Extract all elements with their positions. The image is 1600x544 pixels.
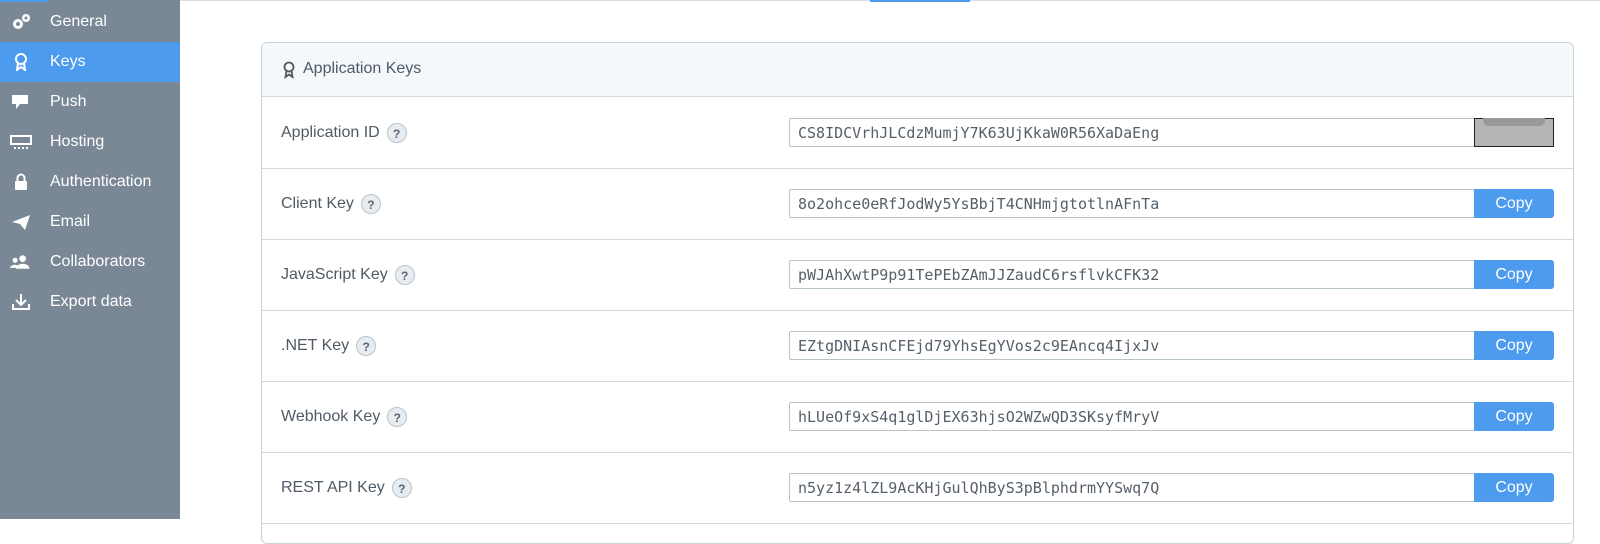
help-icon[interactable]: ? (386, 123, 407, 143)
copy-button[interactable]: Copy (1474, 402, 1554, 431)
key-label-text: REST API Key (281, 479, 385, 496)
key-field[interactable] (789, 118, 1475, 147)
key-label: REST API Key ? (281, 478, 412, 498)
sidebar-item-label: General (50, 13, 107, 30)
key-row-dotnet-key: .NET Key ? Copy (262, 310, 1573, 382)
top-tab-indicator (870, 0, 970, 2)
users-icon (10, 253, 32, 271)
copy-button[interactable]: Copy (1474, 331, 1554, 360)
key-label-text: Webhook Key (281, 408, 381, 425)
panel-title: Application Keys (303, 60, 422, 77)
key-icon (282, 61, 296, 79)
server-icon (10, 133, 32, 151)
key-label: Application ID ? (281, 123, 407, 143)
help-icon[interactable]: ? (360, 194, 381, 214)
copy-button[interactable]: Copy (1474, 260, 1554, 289)
help-icon[interactable]: ? (387, 407, 408, 427)
sidebar-item-general[interactable]: General (0, 2, 180, 42)
key-field[interactable] (789, 473, 1475, 502)
key-field[interactable] (789, 189, 1475, 218)
key-label-text: .NET Key (281, 337, 350, 354)
sidebar-item-label: Email (50, 213, 91, 230)
key-row-client-key: Client Key ? Copy (262, 168, 1573, 240)
key-row-javascript-key: JavaScript Key ? Copy (262, 239, 1573, 311)
lock-icon (10, 173, 32, 191)
sidebar-item-label: Push (50, 93, 87, 110)
sidebar-item-authentication[interactable]: Authentication (0, 162, 180, 202)
sidebar-item-collaborators[interactable]: Collaborators (0, 242, 180, 282)
key-label-text: Application ID (281, 124, 380, 141)
copy-button[interactable]: Copy (1474, 189, 1554, 218)
key-row-application-id: Application ID ? Copy (262, 97, 1573, 169)
help-icon[interactable]: ? (356, 336, 377, 356)
sidebar: General Keys Push Hosting Authentication… (0, 0, 180, 519)
sidebar-item-label: Keys (50, 53, 86, 70)
sidebar-item-push[interactable]: Push (0, 82, 180, 122)
copy-button[interactable]: Copy (1474, 118, 1554, 147)
key-label: JavaScript Key ? (281, 265, 415, 285)
download-icon (10, 293, 32, 311)
key-label-text: Client Key (281, 195, 354, 212)
key-label: Webhook Key ? (281, 407, 408, 427)
gears-icon (10, 13, 32, 31)
sidebar-item-hosting[interactable]: Hosting (0, 122, 180, 162)
paper-plane-icon (10, 213, 32, 231)
key-label: Client Key ? (281, 194, 381, 214)
copy-button[interactable]: Copy (1474, 473, 1554, 502)
key-label-text: JavaScript Key (281, 266, 388, 283)
key-field[interactable] (789, 260, 1475, 289)
sidebar-item-export-data[interactable]: Export data (0, 282, 180, 322)
sidebar-item-label: Hosting (50, 133, 105, 150)
panel-header: Application Keys (262, 43, 1573, 97)
application-keys-panel: Application Keys Application ID ? Copy C… (261, 42, 1574, 544)
sidebar-item-label: Export data (50, 293, 132, 310)
chat-bubble-icon (10, 93, 32, 111)
sidebar-item-email[interactable]: Email (0, 202, 180, 242)
key-label: .NET Key ? (281, 336, 377, 356)
key-row-webhook-key: Webhook Key ? Copy (262, 381, 1573, 453)
key-field[interactable] (789, 402, 1475, 431)
sidebar-item-keys[interactable]: Keys (0, 42, 180, 82)
key-row-rest-api-key: REST API Key ? Copy (262, 452, 1573, 524)
help-icon[interactable]: ? (391, 478, 412, 498)
key-field[interactable] (789, 331, 1475, 360)
sidebar-item-label: Authentication (50, 173, 152, 190)
sidebar-item-label: Collaborators (50, 253, 146, 270)
help-icon[interactable]: ? (394, 265, 415, 285)
key-icon (10, 53, 32, 71)
